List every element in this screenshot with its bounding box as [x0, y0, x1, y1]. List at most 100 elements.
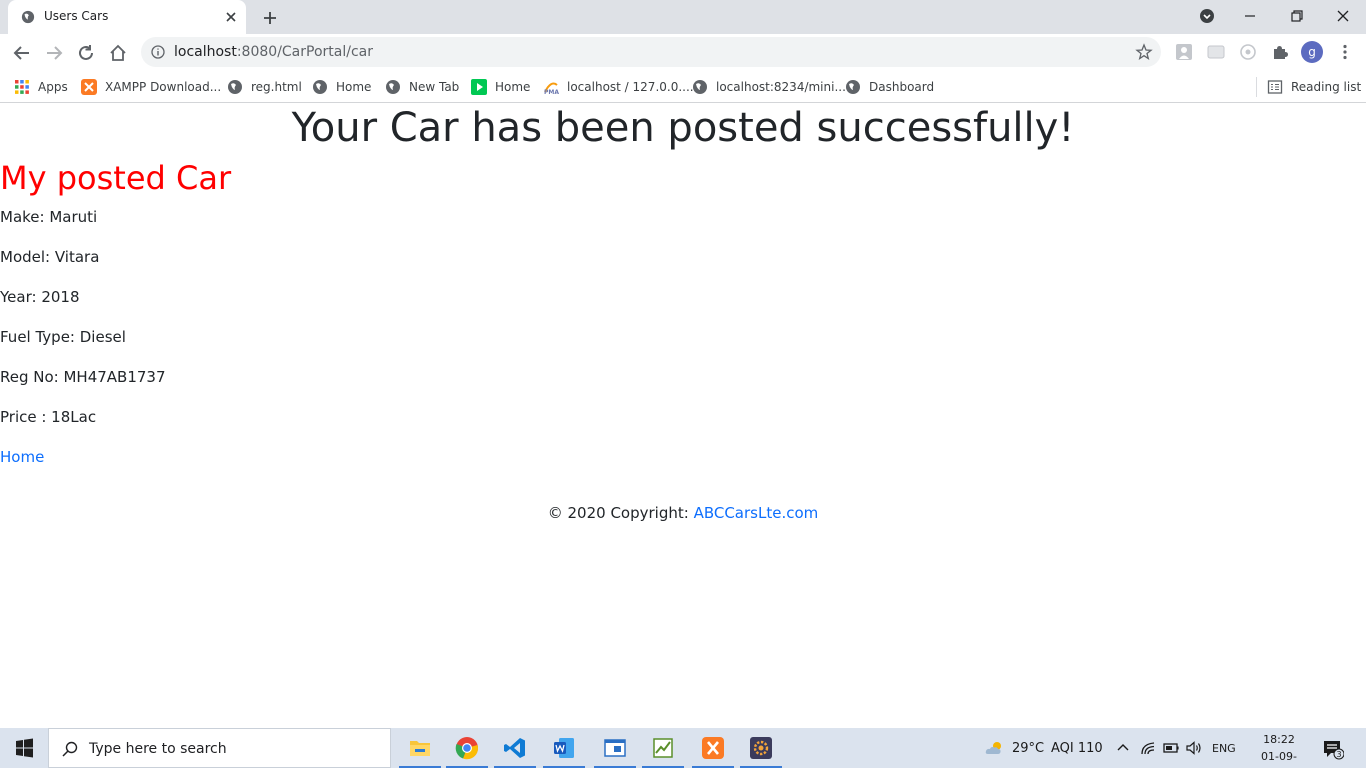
battery-icon[interactable] — [1162, 739, 1180, 757]
notepad-chart-icon — [653, 738, 673, 758]
bookmark-phpmyadmin[interactable]: PMA localhost / 127.0.0.... — [543, 76, 694, 98]
back-icon[interactable] — [11, 42, 33, 64]
bookmark-home-2[interactable]: Home — [471, 76, 530, 98]
globe-icon — [313, 80, 327, 94]
page-content: Your Car has been posted successfully! M… — [0, 103, 1366, 728]
profile-avatar[interactable]: g — [1301, 41, 1323, 63]
weather-icon[interactable] — [984, 739, 1006, 757]
bookmark-label: localhost:8234/mini... — [716, 80, 846, 94]
browser-tab[interactable]: Users Cars — [8, 0, 246, 34]
clock-date: 01-09-2021 — [1261, 750, 1297, 768]
site-info-icon[interactable] — [151, 45, 165, 59]
globe-icon — [228, 80, 242, 94]
taskbar-xampp[interactable] — [690, 728, 736, 768]
clock-time: 18:22 — [1263, 733, 1295, 746]
tab-strip: Users Cars — [0, 0, 1366, 34]
car-fuel-type: Fuel Type: Diesel — [0, 328, 126, 346]
reading-list-icon — [1267, 80, 1283, 94]
bookmark-label: Home — [495, 80, 531, 94]
taskbar-word[interactable] — [541, 728, 587, 768]
tab-title: Users Cars — [44, 9, 109, 23]
chevron-up-icon[interactable] — [1114, 739, 1132, 757]
address-bar[interactable]: localhost:8080/CarPortal/car — [141, 37, 1161, 67]
extension-icon-2[interactable] — [1207, 43, 1225, 61]
bookmark-label: Apps — [38, 80, 68, 94]
bookmark-localhost-8234[interactable]: localhost:8234/mini... — [692, 76, 846, 98]
taskbar-app-gear[interactable] — [738, 728, 784, 768]
word-icon — [554, 738, 574, 758]
vscode-icon — [504, 738, 525, 758]
restore-icon[interactable] — [1284, 4, 1308, 28]
search-placeholder: Type here to search — [89, 741, 227, 757]
wifi-icon[interactable] — [1139, 739, 1157, 757]
extension-icon-1[interactable] — [1175, 43, 1193, 61]
volume-icon[interactable] — [1185, 739, 1203, 757]
bookmark-new-tab[interactable]: New Tab — [385, 76, 459, 98]
forward-icon[interactable] — [43, 42, 65, 64]
system-clock[interactable]: 18:22 01-09-2021 — [1248, 731, 1310, 768]
bookmark-label: reg.html — [251, 80, 302, 94]
home-icon[interactable] — [107, 42, 129, 64]
bookmark-label: Home — [336, 80, 372, 94]
footer-site-link[interactable]: ABCCarsLte.com — [694, 504, 819, 522]
url-text: localhost:8080/CarPortal/car — [174, 44, 373, 60]
windows-start-icon[interactable] — [0, 728, 48, 768]
browser-toolbar: localhost:8080/CarPortal/car g — [0, 34, 1366, 71]
reload-icon[interactable] — [75, 42, 97, 64]
globe-icon — [846, 80, 860, 94]
bookmark-label: New Tab — [409, 80, 460, 94]
globe-icon — [386, 80, 400, 94]
taskbar-search[interactable]: Type here to search — [48, 728, 391, 768]
phpmyadmin-icon: PMA — [544, 82, 559, 95]
home-link[interactable]: Home — [0, 448, 44, 466]
car-make: Make: Maruti — [0, 208, 98, 226]
xampp-icon — [81, 79, 97, 95]
bookmark-home[interactable]: Home — [312, 76, 371, 98]
close-window-icon[interactable] — [1331, 4, 1355, 28]
weather-temp[interactable]: 29°C — [1012, 728, 1044, 768]
bookmark-label: XAMPP Download... — [105, 80, 222, 94]
bookmark-star-icon[interactable] — [1135, 43, 1153, 61]
page-footer: © 2020 Copyright: ABCCarsLte.com — [0, 504, 1366, 522]
copyright-text: © 2020 Copyright: — [547, 504, 694, 522]
notification-count: 3 — [1336, 750, 1341, 759]
air-quality[interactable]: AQI 110 — [1051, 728, 1103, 768]
globe-icon — [693, 80, 707, 94]
minimize-icon[interactable] — [1238, 4, 1262, 28]
bookmark-label: localhost / 127.0.0.... — [567, 80, 694, 94]
notification-center-icon[interactable]: 3 — [1322, 738, 1344, 760]
reading-list-button[interactable]: Reading list — [1267, 76, 1361, 98]
menu-kebab-icon[interactable] — [1336, 43, 1354, 61]
bookmark-label: Dashboard — [869, 80, 935, 94]
window-app-icon — [604, 739, 626, 757]
bookmarks-divider — [1256, 77, 1257, 97]
taskbar-chrome[interactable] — [444, 728, 490, 768]
bookmarks-bar: Apps XAMPP Download... reg.html Home New… — [0, 71, 1366, 103]
taskbar-vscode[interactable] — [492, 728, 538, 768]
bookmark-reg-html[interactable]: reg.html — [227, 76, 302, 98]
svg-text:PMA: PMA — [544, 89, 559, 95]
car-price: Price : 18Lac — [0, 408, 97, 426]
language-indicator[interactable]: ENG — [1212, 728, 1236, 768]
new-tab-icon[interactable] — [259, 7, 281, 29]
play-icon — [471, 79, 487, 95]
bookmark-apps[interactable]: Apps — [14, 76, 68, 98]
globe-icon — [21, 10, 35, 24]
chrome-icon — [455, 737, 478, 760]
bookmark-dashboard[interactable]: Dashboard — [845, 76, 934, 98]
section-heading: My posted Car — [0, 159, 232, 197]
taskbar-file-explorer[interactable] — [397, 728, 443, 768]
taskbar-app-window[interactable] — [592, 728, 638, 768]
car-reg-no: Reg No: MH47AB1737 — [0, 368, 166, 386]
tab-search-icon[interactable] — [1195, 4, 1219, 28]
page-title: Your Car has been posted successfully! — [291, 105, 1075, 151]
extensions-puzzle-icon[interactable] — [1271, 43, 1289, 61]
extension-icon-3[interactable] — [1239, 43, 1257, 61]
gear-app-icon — [750, 737, 772, 759]
bookmark-xampp[interactable]: XAMPP Download... — [81, 76, 221, 98]
car-model: Model: Vitara — [0, 248, 100, 266]
apps-grid-icon — [15, 80, 29, 94]
folder-icon — [410, 741, 430, 756]
close-tab-icon[interactable] — [222, 8, 240, 26]
taskbar-notepad[interactable] — [640, 728, 686, 768]
